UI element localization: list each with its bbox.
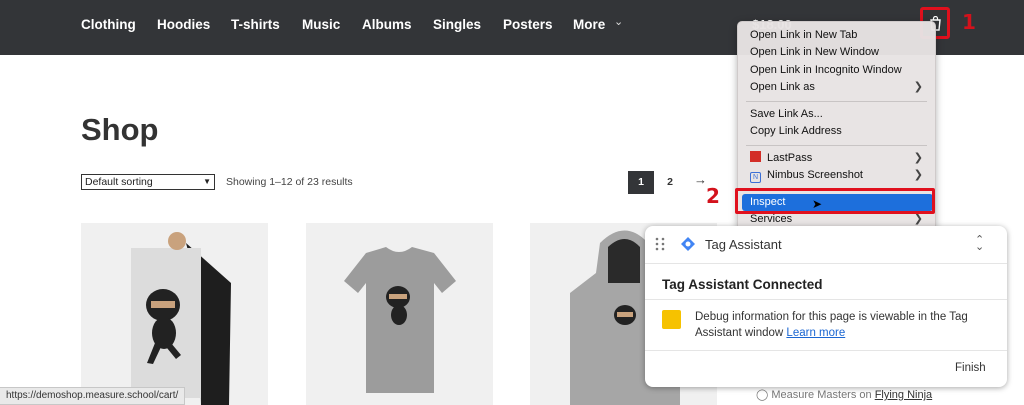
menu-label: Save Link As... [750,108,823,120]
menu-separator [746,101,927,102]
highlight-box-inspect [735,188,935,214]
step-marker-2: 2 [706,184,720,208]
menu-open-new-tab[interactable]: Open Link in New Tab [750,27,923,44]
nav-clothing[interactable]: Clothing [81,17,136,32]
tag-assistant-logo-icon [681,237,695,251]
nimbus-icon: N [750,172,761,183]
page-title: Shop [81,112,159,147]
menu-open-new-window[interactable]: Open Link in New Window [750,44,923,61]
product-image-poster[interactable] [81,223,268,405]
chevron-down-icon: ▼ [203,177,211,186]
results-count: Showing 1–12 of 23 results [226,176,353,188]
nav-tshirts[interactable]: T-shirts [231,17,280,32]
menu-label: LastPass [767,152,813,164]
tshirt-image [306,223,493,405]
menu-label: Nimbus Screenshot [767,169,863,181]
menu-label: Open Link in New Window [750,46,880,58]
tag-assistant-title: Tag Assistant [705,237,782,252]
page: Clothing Hoodies T-shirts Music Albums S… [0,0,1024,405]
lastpass-icon [750,151,761,162]
step-marker-1: 1 [962,10,976,34]
chevron-right-icon: ❯ [913,81,923,93]
pagination-page-1[interactable]: 1 [628,171,654,194]
sort-select[interactable]: Default sorting ▼ [81,174,215,190]
menu-label: Copy Link Address [750,125,842,137]
debug-info-text: Debug information for this page is viewa… [695,309,995,341]
chevron-right-icon: ❯ [913,152,923,164]
review-product-link[interactable]: Flying Ninja [875,389,932,401]
pagination-page-2[interactable]: 2 [657,171,683,194]
sort-value: Default sorting [85,176,153,188]
tag-assistant-panel: Tag Assistant ⌃ ⌄ Tag Assistant Connected… [645,226,1007,387]
menu-nimbus-screenshot[interactable]: N Nimbus Screenshot ❯ [750,167,923,184]
collapse-icon[interactable]: ⌃ ⌄ [975,235,984,253]
nav-albums[interactable]: Albums [362,17,412,32]
status-bar-url: https://demoshop.measure.school/cart/ [0,387,186,405]
menu-label: Open Link as [750,81,815,93]
menu-copy-link-address[interactable]: Copy Link Address [750,123,923,140]
nav-posters[interactable]: Posters [503,17,553,32]
review-prefix: Measure Masters on [771,389,872,401]
review-line: ◯ Measure Masters on Flying Ninja [756,388,932,401]
product-image-tshirt[interactable] [306,223,493,405]
menu-open-incognito[interactable]: Open Link in Incognito Window [750,62,923,79]
nav-music[interactable]: Music [302,17,340,32]
debug-info-icon [662,310,681,329]
divider [645,299,1007,300]
menu-label: Open Link in New Tab [750,29,858,41]
menu-label: Services [750,213,793,225]
poster-image [81,223,268,405]
menu-label: Open Link in Incognito Window [750,64,902,76]
drag-handle-icon[interactable] [655,237,665,251]
menu-lastpass[interactable]: LastPass ❯ [750,150,923,167]
connection-status: Tag Assistant Connected [662,277,823,292]
finish-button[interactable]: Finish [955,362,986,374]
tag-assistant-header: Tag Assistant ⌃ ⌄ [645,226,1007,264]
chevron-down-icon[interactable]: ⌄ [614,15,623,28]
divider [645,350,1007,351]
chevron-right-icon: ❯ [913,169,923,181]
mouse-cursor-icon: ➤ [812,197,823,211]
menu-save-link-as[interactable]: Save Link As... [750,106,923,123]
nav-singles[interactable]: Singles [433,17,481,32]
nav-hoodies[interactable]: Hoodies [157,17,210,32]
learn-more-link[interactable]: Learn more [786,327,845,339]
menu-open-link-as[interactable]: Open Link as ❯ [750,79,923,96]
nav-more[interactable]: More [573,17,605,32]
comment-icon: ◯ [756,389,769,401]
menu-separator [746,145,927,146]
